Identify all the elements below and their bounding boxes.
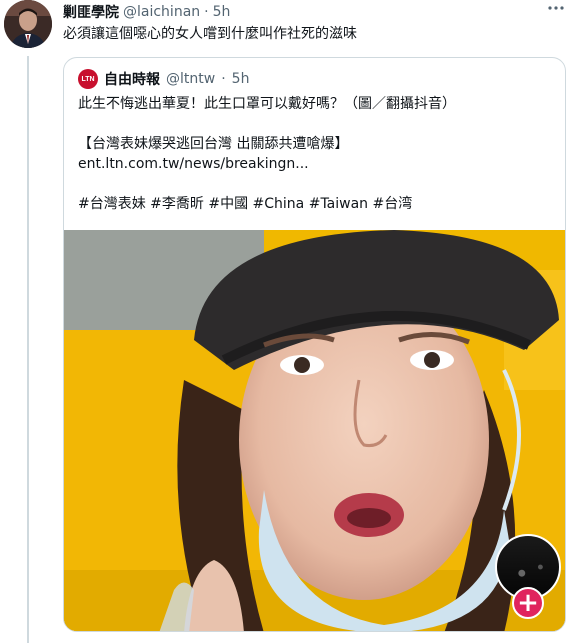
quoted-tweet-header: LTN 自由時報 @ltntw · 5h — [78, 68, 249, 90]
separator-dot: · — [204, 4, 209, 20]
quoted-hashtags[interactable]: #台灣表妹 #李喬昕 #中國 #China #Taiwan #台湾 — [78, 194, 412, 214]
quoted-author-handle[interactable]: @ltntw — [166, 71, 215, 87]
quoted-text-line-1: 此生不悔逃出華夏！此生口罩可以戴好嗎？（圖／翻攝抖音） — [78, 96, 456, 112]
quoted-link[interactable]: ent.ltn.com.tw/news/breakingn... — [78, 154, 309, 174]
add-plus-button[interactable]: + — [512, 587, 544, 619]
quoted-text-line-2: 【台灣表妹爆哭逃回台灣 出關舔共遭嗆爆】 — [78, 136, 349, 152]
avatar[interactable] — [4, 0, 52, 48]
author-name[interactable]: 剿匪學院 — [63, 2, 119, 22]
tweet-header: 剿匪學院 @laichinan · 5h — [63, 2, 230, 22]
quoted-author-name[interactable]: 自由時報 — [104, 69, 160, 89]
tweet-time[interactable]: 5h — [213, 4, 231, 20]
ltn-logo-text: LTN — [81, 75, 95, 83]
tweet-text: 必須讓這個噁心的女人嚐到什麼叫作社死的滋味 — [63, 26, 357, 42]
more-dots-icon[interactable] — [545, 0, 567, 20]
video-thumbnail[interactable] — [64, 230, 565, 631]
quoted-tweet-card[interactable]: LTN 自由時報 @ltntw · 5h 此生不悔逃出華夏！此生口罩可以戴好嗎？… — [63, 57, 566, 632]
ltn-logo-icon: LTN — [78, 69, 98, 89]
plus-icon: + — [517, 588, 539, 618]
quoted-tweet-time[interactable]: 5h — [232, 71, 250, 87]
separator-dot: · — [221, 71, 226, 87]
author-handle[interactable]: @laichinan — [123, 4, 200, 20]
thread-connector-line — [27, 56, 29, 643]
